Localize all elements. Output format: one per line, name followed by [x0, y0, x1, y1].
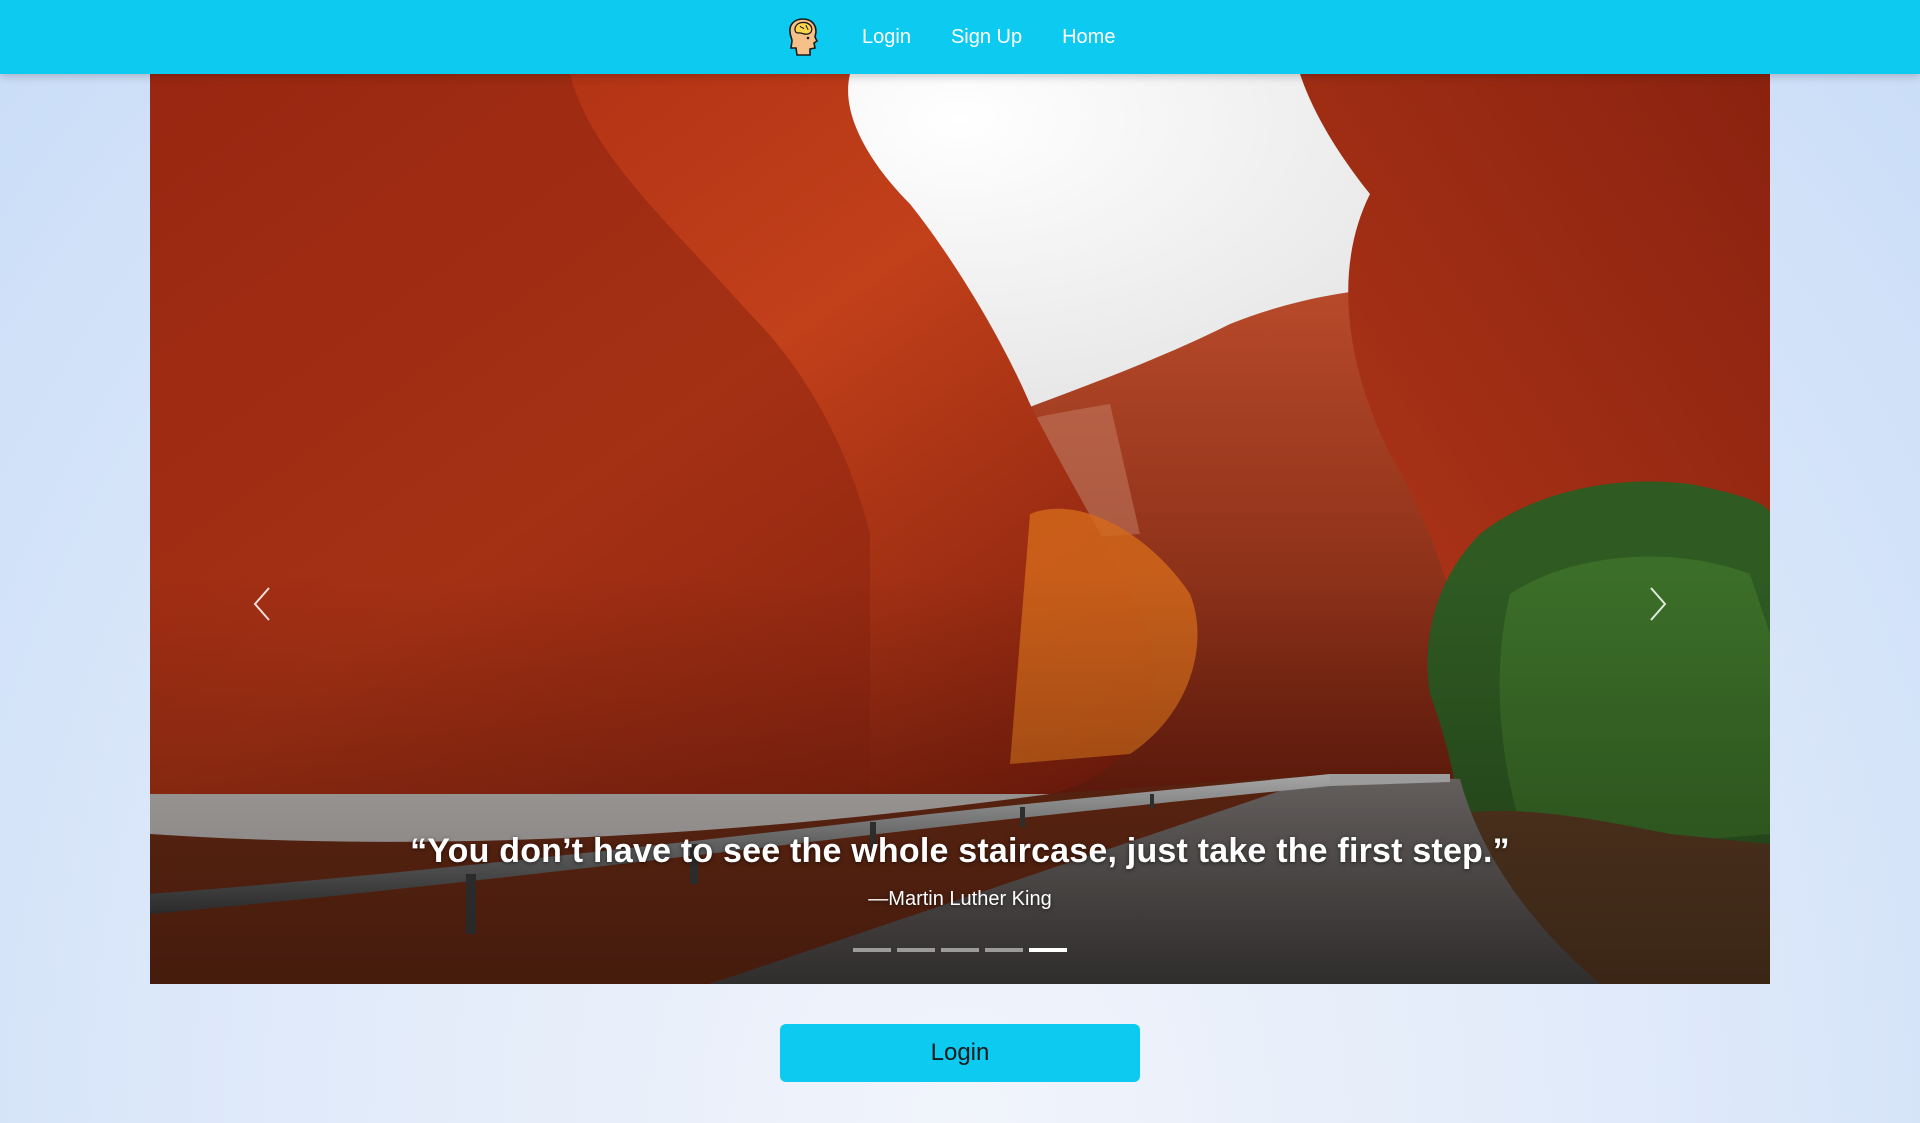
nav-home-link[interactable]: Home — [1062, 26, 1115, 49]
carousel-indicators — [150, 948, 1770, 952]
login-button[interactable]: Login — [780, 1024, 1140, 1082]
carousel-indicator-2[interactable] — [897, 948, 935, 952]
carousel-indicator-1[interactable] — [853, 948, 891, 952]
navbar: Login Sign Up Home — [0, 0, 1920, 74]
carousel-quote-author: —Martin Luther King — [868, 888, 1052, 910]
nav-container: Login Sign Up Home — [786, 14, 1115, 60]
carousel-indicator-3[interactable] — [941, 948, 979, 952]
nav-signup-link[interactable]: Sign Up — [951, 26, 1022, 49]
carousel-quote: “You don’t have to see the whole stairca… — [410, 832, 1510, 870]
carousel-next-button[interactable] — [1638, 554, 1678, 654]
brain-head-icon[interactable] — [786, 17, 820, 57]
carousel-indicator-5[interactable] — [1029, 948, 1067, 952]
carousel-prev-button[interactable] — [242, 554, 282, 654]
chevron-right-icon — [1650, 587, 1667, 621]
nav-login-link[interactable]: Login — [862, 26, 911, 49]
quote-carousel: “You don’t have to see the whole stairca… — [150, 74, 1770, 984]
carousel-indicator-4[interactable] — [985, 948, 1023, 952]
chevron-left-icon — [253, 587, 270, 621]
